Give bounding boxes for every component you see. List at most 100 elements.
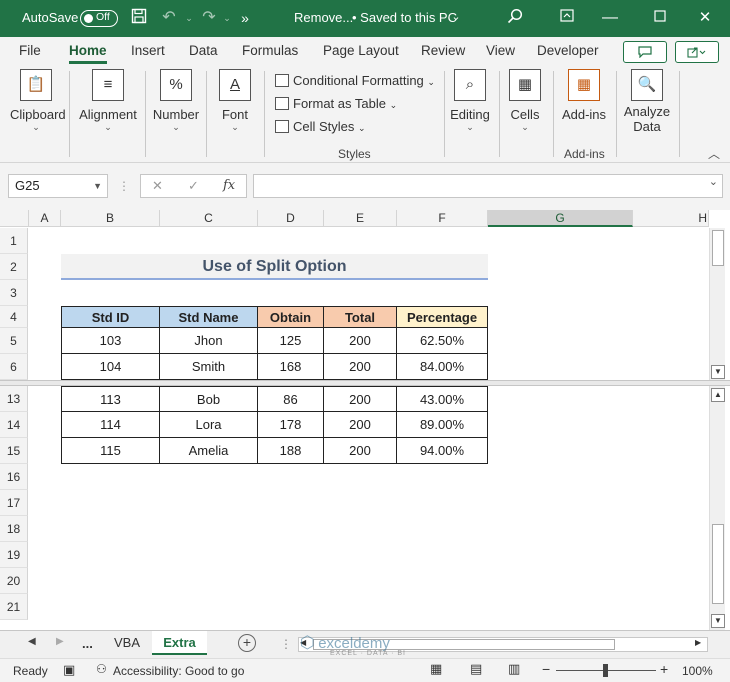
alignment-group[interactable]: ≡ Alignment ⌄ (78, 69, 138, 133)
table-cell[interactable]: 188 (258, 438, 324, 464)
select-all-corner[interactable] (0, 210, 29, 227)
tab-developer[interactable]: Developer (537, 43, 599, 58)
table-cell[interactable]: 84.00% (397, 354, 488, 380)
row-header[interactable]: 20 (0, 568, 28, 594)
scroll-down-icon[interactable]: ▼ (711, 365, 725, 379)
minimize-icon[interactable]: — (600, 8, 620, 28)
row-header[interactable]: 19 (0, 542, 28, 568)
row-header[interactable]: 18 (0, 516, 28, 542)
expand-formula-bar-icon[interactable]: ⌄ (709, 175, 718, 188)
column-header-h[interactable]: H (633, 210, 709, 227)
cell-styles-button[interactable]: Cell Styles ⌄ (275, 119, 366, 134)
file-chevron-icon[interactable]: ⌄ (450, 7, 462, 27)
table-cell[interactable]: 114 (61, 412, 160, 438)
sheet-title[interactable]: Use of Split Option (61, 254, 488, 280)
accessibility-status[interactable]: Accessibility: Good to go (113, 664, 244, 678)
table-cell[interactable]: 94.00% (397, 438, 488, 464)
prev-sheet-icon[interactable]: ◀ (28, 636, 36, 647)
name-box[interactable]: G25 ▼ (8, 174, 108, 198)
column-header-e[interactable]: E (324, 210, 397, 227)
enter-icon[interactable]: ✓ (188, 175, 199, 197)
add-sheet-icon[interactable]: + (238, 634, 256, 652)
tab-view[interactable]: View (486, 43, 515, 58)
search-icon[interactable] (505, 8, 525, 30)
table-cell[interactable]: 103 (61, 328, 160, 354)
row-header[interactable]: 6 (0, 354, 28, 380)
table-cell[interactable]: 168 (258, 354, 324, 380)
table-cell[interactable]: 178 (258, 412, 324, 438)
table-cell[interactable]: 200 (324, 438, 397, 464)
table-header-cell[interactable]: Std Name (160, 306, 258, 328)
vertical-scrollbar-top[interactable]: ▼ (709, 228, 725, 380)
table-header-cell[interactable]: Total (324, 306, 397, 328)
zoom-level[interactable]: 100% (682, 664, 713, 678)
normal-view-icon[interactable]: ▦ (430, 661, 442, 677)
scroll-down-icon[interactable]: ▼ (711, 614, 725, 628)
row-header[interactable]: 17 (0, 490, 28, 516)
column-header-g[interactable]: G (488, 210, 633, 227)
sheet-tab-vba[interactable]: VBA (104, 631, 150, 655)
comments-button[interactable] (623, 41, 667, 63)
next-sheet-icon[interactable]: ▶ (56, 636, 64, 647)
row-header[interactable]: 14 (0, 412, 28, 438)
chevron-down-icon[interactable]: ▼ (93, 175, 102, 197)
column-header-d[interactable]: D (258, 210, 324, 227)
tab-insert[interactable]: Insert (131, 43, 165, 58)
accessibility-icon[interactable]: ⚇ (96, 662, 107, 676)
table-cell[interactable]: Smith (160, 354, 258, 380)
zoom-slider-thumb[interactable] (603, 664, 608, 677)
add-ins-button[interactable]: ▦ Add-ins (560, 69, 608, 122)
cells-group[interactable]: ▦ Cells ⌄ (506, 69, 544, 133)
tab-page-layout[interactable]: Page Layout (323, 43, 399, 58)
column-header-c[interactable]: C (160, 210, 258, 227)
zoom-in-button[interactable]: + (660, 661, 668, 677)
row-header[interactable]: 13 (0, 386, 28, 412)
clipboard-group[interactable]: 📋 Clipboard ⌄ (10, 69, 66, 133)
file-name[interactable]: Remove... (294, 10, 353, 25)
table-cell[interactable]: 115 (61, 438, 160, 464)
row-header[interactable]: 1 (0, 228, 28, 254)
table-cell[interactable]: 125 (258, 328, 324, 354)
table-cell[interactable]: 200 (324, 354, 397, 380)
scroll-up-icon[interactable]: ▲ (711, 388, 725, 402)
table-header-cell[interactable]: Percentage (397, 306, 488, 328)
table-cell[interactable]: 62.50% (397, 328, 488, 354)
zoom-out-button[interactable]: − (542, 661, 550, 677)
close-icon[interactable]: ✕ (695, 8, 715, 28)
row-header[interactable]: 2 (0, 254, 28, 280)
redo-dropdown-icon[interactable]: ⌄ (222, 8, 232, 28)
row-header[interactable]: 21 (0, 594, 28, 620)
more-sheets-button[interactable]: ... (82, 636, 93, 651)
undo-icon[interactable]: ↶ (160, 8, 178, 28)
analyze-data-button[interactable]: 🔍 Analyze Data (623, 69, 671, 134)
page-break-view-icon[interactable]: ▥ (508, 661, 520, 677)
row-header[interactable]: 5 (0, 328, 28, 354)
formula-input[interactable]: ⌄ (253, 174, 723, 198)
row-header[interactable]: 3 (0, 280, 28, 306)
undo-dropdown-icon[interactable]: ⌄ (184, 8, 194, 28)
number-group[interactable]: % Number ⌄ (152, 69, 200, 133)
table-cell[interactable]: 200 (324, 412, 397, 438)
conditional-formatting-button[interactable]: Conditional Formatting ⌄ (275, 73, 435, 88)
table-cell[interactable]: 104 (61, 354, 160, 380)
table-cell[interactable]: Jhon (160, 328, 258, 354)
table-cell[interactable]: 200 (324, 328, 397, 354)
share-button[interactable] (675, 41, 719, 63)
tab-home[interactable]: Home (69, 43, 107, 64)
tab-split-handle-icon[interactable]: ⋮ (280, 637, 292, 651)
row-header[interactable]: 16 (0, 464, 28, 490)
more-commands-icon[interactable]: » (238, 8, 252, 28)
table-cell[interactable]: 200 (324, 386, 397, 412)
column-header-f[interactable]: F (397, 210, 488, 227)
cancel-icon[interactable]: ✕ (152, 175, 163, 197)
table-cell[interactable]: 89.00% (397, 412, 488, 438)
save-icon[interactable] (130, 8, 148, 30)
scroll-right-icon[interactable]: ▶ (695, 638, 701, 647)
table-header-cell[interactable]: Std ID (61, 306, 160, 328)
collapse-ribbon-icon[interactable]: ︿ (708, 145, 720, 162)
table-cell[interactable]: Lora (160, 412, 258, 438)
table-cell[interactable]: Amelia (160, 438, 258, 464)
autosave-toggle[interactable]: Off (80, 10, 118, 27)
column-header-a[interactable]: A (29, 210, 61, 227)
page-layout-view-icon[interactable]: ▤ (470, 661, 482, 677)
